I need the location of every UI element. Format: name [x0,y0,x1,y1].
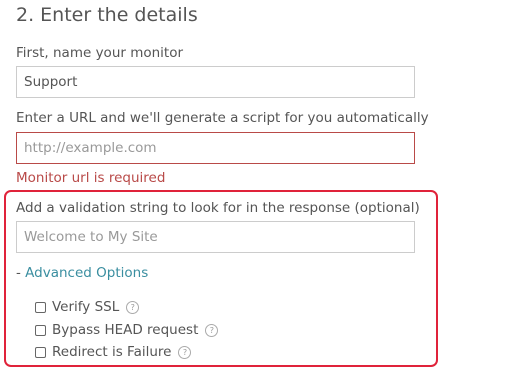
question-circle-icon[interactable]: ? [178,345,192,359]
verify-ssl-label[interactable]: Verify SSL [52,299,119,315]
section-title: 2. Enter the details [16,4,198,26]
validation-label: Add a validation string to look for in t… [16,200,420,216]
bypass-head-option[interactable]: Bypass HEAD request ? [35,321,219,339]
advanced-options-toggle[interactable]: - Advanced Options [16,265,148,281]
redirect-failure-checkbox[interactable] [35,346,46,358]
question-circle-icon[interactable]: ? [126,300,140,314]
advanced-options-link[interactable]: Advanced Options [25,265,148,281]
verify-ssl-checkbox[interactable] [35,301,46,313]
url-label: Enter a URL and we'll generate a script … [16,110,429,126]
url-input[interactable] [16,132,415,164]
question-circle-icon[interactable]: ? [205,323,219,337]
verify-ssl-option[interactable]: Verify SSL ? [35,298,140,316]
bypass-head-label[interactable]: Bypass HEAD request [52,322,198,338]
monitor-name-label: First, name your monitor [16,45,184,61]
url-error-message: Monitor url is required [16,170,166,186]
monitor-name-input[interactable] [16,66,415,98]
bypass-head-checkbox[interactable] [35,324,46,336]
validation-input[interactable] [16,221,415,253]
advanced-options-collapse-dash: - [16,265,21,281]
redirect-failure-label[interactable]: Redirect is Failure [52,344,171,360]
redirect-failure-option[interactable]: Redirect is Failure ? [35,343,192,361]
